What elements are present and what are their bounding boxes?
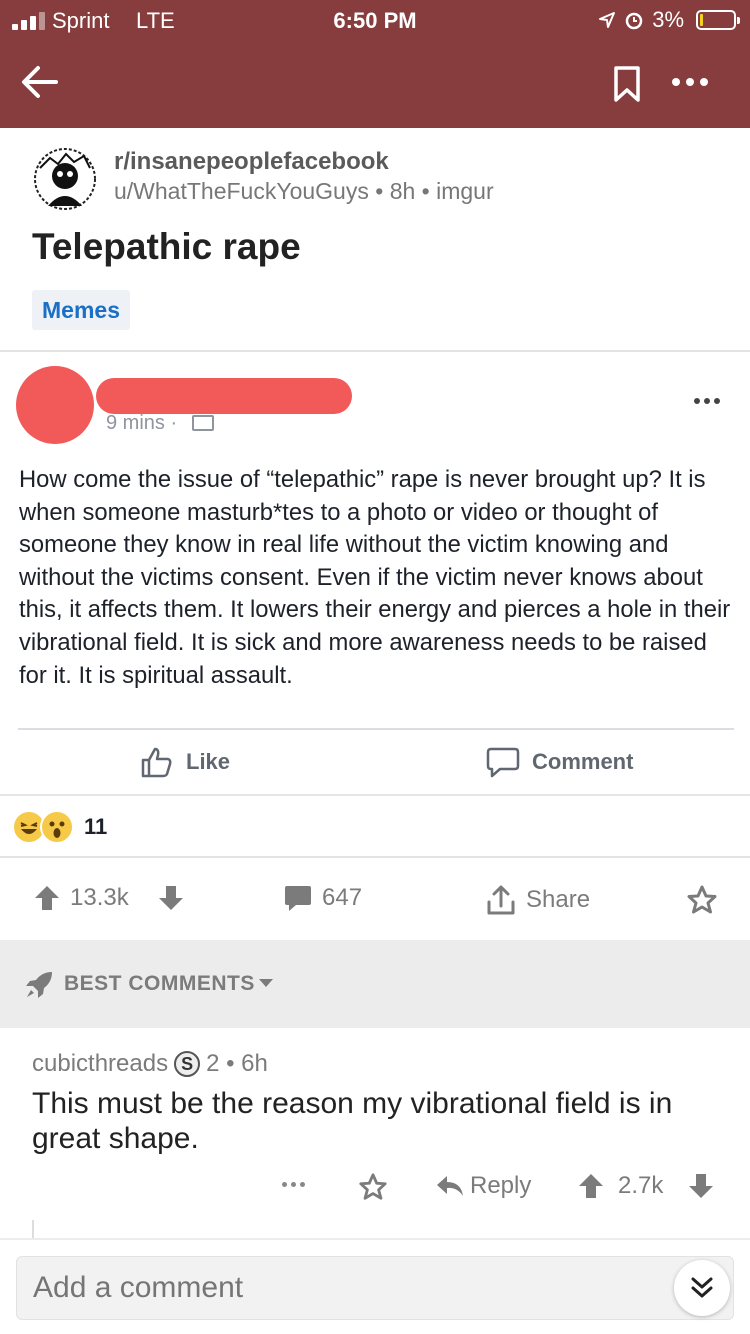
meta-separator: • bbox=[421, 178, 437, 204]
comment-count: 647 bbox=[322, 884, 363, 911]
post-title: Telepathic rape bbox=[32, 226, 301, 267]
app-header: Sprint LTE 6:50 PM 3% bbox=[0, 0, 750, 128]
fb-reactions: 11 bbox=[12, 810, 107, 844]
comment-sort-bar[interactable]: BEST COMMENTS bbox=[0, 940, 750, 1028]
reaction-count: 11 bbox=[84, 814, 108, 839]
divider bbox=[18, 728, 734, 730]
reply-arrow-icon bbox=[437, 1176, 463, 1196]
comment-upvote-button[interactable]: 2.7k bbox=[578, 1172, 663, 1200]
chevron-down-icon bbox=[259, 979, 273, 987]
post-image[interactable]: 9 mins · How come the issue of “telepath… bbox=[0, 352, 750, 940]
post-header: r/insanepeoplefacebook u/WhatTheFuckYouG… bbox=[0, 128, 750, 352]
user-badge-icon: S bbox=[174, 1051, 201, 1077]
post-source[interactable]: imgur bbox=[436, 178, 494, 204]
comment-author[interactable]: cubicthreads bbox=[32, 1050, 168, 1078]
back-button[interactable] bbox=[20, 62, 60, 102]
comment-bubble-icon bbox=[285, 886, 311, 911]
post-action-bar: 13.3k 647 Share bbox=[0, 860, 750, 940]
bookmark-icon bbox=[614, 66, 640, 102]
fb-comment: Comment bbox=[486, 744, 633, 780]
status-right-group: 3% bbox=[598, 7, 740, 33]
back-arrow-icon bbox=[22, 66, 58, 98]
share-icon bbox=[487, 885, 515, 915]
fb-post-body: How come the issue of “telepathic” rape … bbox=[19, 466, 731, 689]
redacted-avatar bbox=[16, 366, 94, 444]
more-dots-icon bbox=[672, 78, 680, 86]
post-age: 8h bbox=[389, 178, 416, 204]
comments-button[interactable]: 647 bbox=[284, 884, 362, 912]
comment: cubicthreads S 2 • 6h This must be the r… bbox=[0, 1028, 750, 1240]
downvote-arrow-icon bbox=[689, 1174, 713, 1198]
post-author[interactable]: u/WhatTheFuckYouGuys bbox=[114, 178, 369, 204]
comment-composer bbox=[0, 1238, 750, 1334]
fb-comment-label: Comment bbox=[532, 749, 634, 774]
downvote-arrow-icon bbox=[159, 886, 183, 910]
post-meta: u/WhatTheFuckYouGuys • 8h • imgur bbox=[114, 178, 494, 205]
comment-downvote-button[interactable] bbox=[688, 1172, 714, 1207]
downvote-button[interactable] bbox=[158, 884, 184, 912]
divider bbox=[0, 856, 750, 858]
upvote-arrow-icon bbox=[35, 886, 59, 910]
more-options-button[interactable] bbox=[672, 70, 716, 94]
upvote-button[interactable]: 13.3k bbox=[34, 884, 129, 912]
redacted-name bbox=[96, 378, 352, 414]
reply-button[interactable]: Reply bbox=[436, 1172, 531, 1200]
divider bbox=[0, 794, 750, 796]
status-bar: Sprint LTE 6:50 PM 3% bbox=[0, 0, 750, 40]
star-icon bbox=[687, 885, 717, 914]
fb-like-label: Like bbox=[186, 749, 231, 774]
comment-action-bar: Reply 2.7k bbox=[0, 1168, 750, 1208]
double-chevron-down-icon bbox=[691, 1277, 713, 1298]
comment-score: 2.7k bbox=[618, 1172, 664, 1199]
comment-meta: 2 • 6h bbox=[206, 1050, 268, 1077]
star-icon bbox=[359, 1173, 387, 1200]
subreddit-avatar[interactable] bbox=[32, 146, 98, 212]
alarm-icon bbox=[625, 12, 643, 30]
subreddit-name[interactable]: r/insanepeoplefacebook bbox=[114, 148, 389, 176]
meta-separator: • bbox=[375, 178, 390, 204]
thread-line bbox=[32, 1220, 34, 1240]
location-icon bbox=[599, 12, 616, 28]
thumbs-up-icon bbox=[141, 747, 172, 778]
next-comment-button[interactable] bbox=[674, 1260, 730, 1316]
add-comment-input[interactable] bbox=[16, 1256, 734, 1320]
comment-header: cubicthreads S 2 • 6h bbox=[32, 1050, 268, 1078]
post-flair[interactable]: Memes bbox=[32, 290, 130, 330]
save-button[interactable] bbox=[612, 64, 642, 104]
upvote-arrow-icon bbox=[579, 1174, 603, 1198]
award-button[interactable] bbox=[686, 884, 718, 916]
share-label: Share bbox=[526, 886, 591, 913]
fb-like: Like bbox=[140, 744, 230, 780]
post-score: 13.3k bbox=[70, 884, 129, 911]
comment-sort-label: BEST COMMENTS bbox=[64, 972, 255, 995]
share-button[interactable]: Share bbox=[486, 884, 590, 916]
speech-bubble-icon bbox=[486, 747, 520, 778]
wow-emoji-icon bbox=[40, 810, 74, 844]
battery-icon bbox=[696, 10, 740, 30]
reply-label: Reply bbox=[470, 1172, 532, 1199]
comment-body: This must be the reason my vibrational f… bbox=[32, 1087, 673, 1155]
audience-icon bbox=[192, 415, 214, 431]
fb-more-icon bbox=[694, 398, 720, 404]
fb-post-time: 9 mins · bbox=[106, 412, 178, 434]
comment-award-button[interactable] bbox=[358, 1172, 388, 1209]
comment-more-button[interactable] bbox=[282, 1182, 305, 1187]
rocket-icon bbox=[26, 972, 52, 998]
battery-percent: 3% bbox=[652, 7, 684, 32]
